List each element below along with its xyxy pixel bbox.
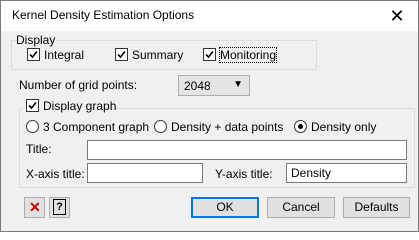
grid-points-label: Number of grid points: xyxy=(19,78,138,92)
radio-3-component-graph-label: 3 Component graph xyxy=(43,120,150,134)
cancel-button-label: Cancel xyxy=(282,200,320,214)
yaxis-title-label: Y-axis title: xyxy=(215,167,273,181)
help-icon: ? xyxy=(53,199,66,215)
help-button[interactable]: ? xyxy=(49,197,70,218)
radio-selected-dot xyxy=(298,124,303,129)
cancel-button[interactable]: Cancel xyxy=(267,197,335,218)
ok-button-label: OK xyxy=(216,200,234,214)
display-group-label: Display xyxy=(15,33,57,47)
window-title: Kernel Density Estimation Options xyxy=(12,8,195,22)
yaxis-title-input[interactable] xyxy=(286,163,407,183)
checkmark-icon xyxy=(28,101,37,110)
grid-points-select[interactable]: 2048 ▼ xyxy=(178,75,250,96)
defaults-button[interactable]: Defaults xyxy=(343,197,410,218)
radio-density-only-label: Density only xyxy=(311,120,377,134)
monitoring-label: Monitoring xyxy=(218,47,278,63)
integral-label: Integral xyxy=(44,48,85,62)
defaults-button-label: Defaults xyxy=(354,200,399,214)
title-input[interactable] xyxy=(87,140,407,160)
title-bar: Kernel Density Estimation Options ✕ xyxy=(1,1,418,31)
clear-icon: ✕ xyxy=(29,199,41,215)
chevron-down-icon: ▼ xyxy=(233,79,243,90)
display-graph-label: Display graph xyxy=(43,99,117,113)
display-graph-checkbox[interactable] xyxy=(26,99,39,112)
ok-button[interactable]: OK xyxy=(191,197,259,218)
checkmark-icon xyxy=(29,50,38,59)
checkmark-icon xyxy=(117,50,126,59)
radio-density-data-points-label: Density + data points xyxy=(171,120,284,134)
kde-options-dialog: Kernel Density Estimation Options ✕ Disp… xyxy=(0,0,419,232)
title-label: Title: xyxy=(26,142,52,156)
xaxis-title-label: X-axis title: xyxy=(26,167,85,181)
radio-density-data-points[interactable] xyxy=(154,120,167,133)
integral-checkbox[interactable] xyxy=(27,48,40,61)
checkmark-icon xyxy=(205,50,214,59)
summary-label: Summary xyxy=(132,48,184,62)
xaxis-title-input[interactable] xyxy=(87,163,203,183)
close-icon[interactable]: ✕ xyxy=(386,5,408,27)
summary-checkbox[interactable] xyxy=(115,48,128,61)
radio-3-component-graph[interactable] xyxy=(26,120,39,133)
grid-points-value: 2048 xyxy=(184,79,211,93)
clear-button[interactable]: ✕ xyxy=(24,197,45,218)
radio-density-only[interactable] xyxy=(294,120,307,133)
monitoring-checkbox[interactable] xyxy=(203,48,216,61)
